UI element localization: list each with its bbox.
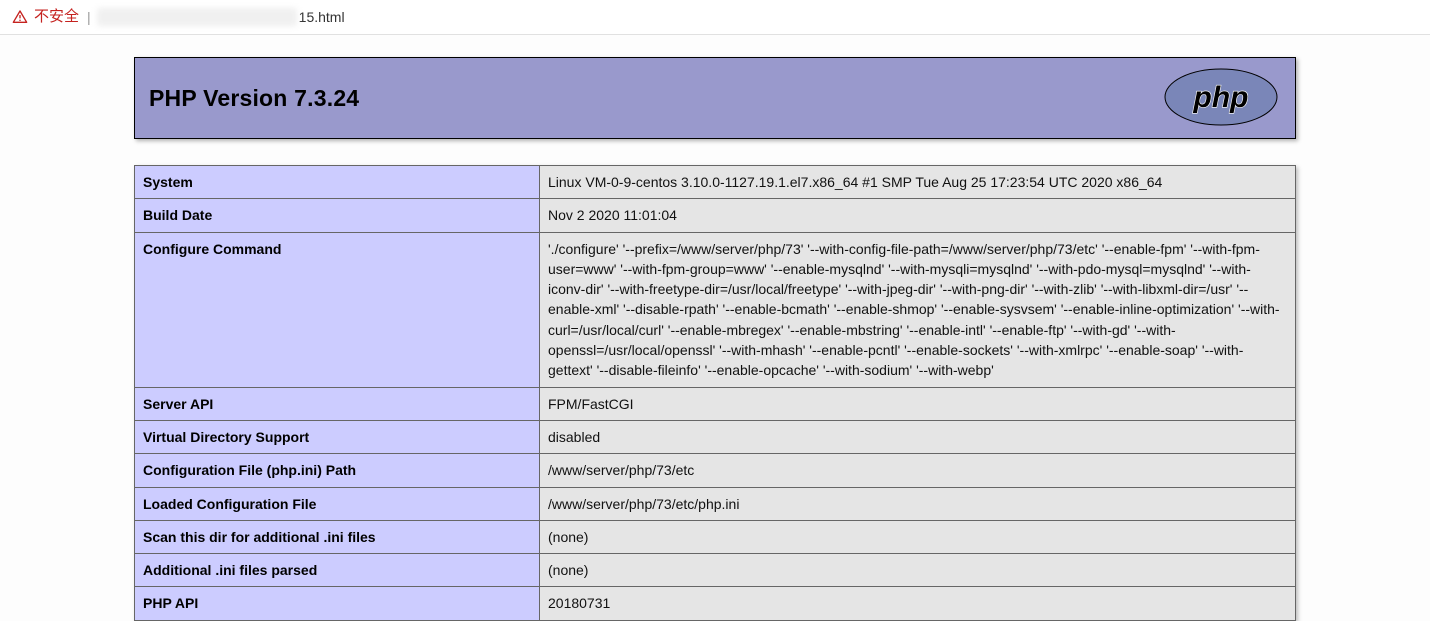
warning-triangle-icon bbox=[12, 9, 28, 25]
separator: | bbox=[87, 0, 91, 34]
table-row: Loaded Configuration File/www/server/php… bbox=[135, 487, 1296, 520]
row-label: Configure Command bbox=[135, 232, 540, 387]
phpinfo-table: SystemLinux VM-0-9-centos 3.10.0-1127.19… bbox=[134, 165, 1296, 621]
row-value: Linux VM-0-9-centos 3.10.0-1127.19.1.el7… bbox=[540, 166, 1296, 199]
row-value: disabled bbox=[540, 420, 1296, 453]
row-value: Nov 2 2020 11:01:04 bbox=[540, 199, 1296, 232]
table-row: Build DateNov 2 2020 11:01:04 bbox=[135, 199, 1296, 232]
table-row: Virtual Directory Supportdisabled bbox=[135, 420, 1296, 453]
row-label: Loaded Configuration File bbox=[135, 487, 540, 520]
table-row: Additional .ini files parsed(none) bbox=[135, 554, 1296, 587]
php-header: PHP Version 7.3.24 php bbox=[134, 57, 1296, 139]
row-label: Virtual Directory Support bbox=[135, 420, 540, 453]
row-value: (none) bbox=[540, 554, 1296, 587]
row-label: Configuration File (php.ini) Path bbox=[135, 454, 540, 487]
row-value: /www/server/php/73/etc/php.ini bbox=[540, 487, 1296, 520]
insecure-label: 不安全 bbox=[34, 0, 79, 34]
table-row: Configuration File (php.ini) Path/www/se… bbox=[135, 454, 1296, 487]
row-label: Server API bbox=[135, 387, 540, 420]
redacted-host bbox=[97, 8, 297, 26]
address-bar[interactable]: 不安全 | 15.html bbox=[0, 0, 1430, 35]
row-value: './configure' '--prefix=/www/server/php/… bbox=[540, 232, 1296, 387]
table-row: SystemLinux VM-0-9-centos 3.10.0-1127.19… bbox=[135, 166, 1296, 199]
row-label: Scan this dir for additional .ini files bbox=[135, 520, 540, 553]
table-row: Scan this dir for additional .ini files(… bbox=[135, 520, 1296, 553]
row-value: FPM/FastCGI bbox=[540, 387, 1296, 420]
row-label: PHP API bbox=[135, 587, 540, 620]
url-tail: 15.html bbox=[299, 0, 345, 34]
php-logo-icon: php bbox=[1161, 65, 1281, 132]
table-row: Configure Command'./configure' '--prefix… bbox=[135, 232, 1296, 387]
row-label: Additional .ini files parsed bbox=[135, 554, 540, 587]
row-value: /www/server/php/73/etc bbox=[540, 454, 1296, 487]
row-label: System bbox=[135, 166, 540, 199]
php-logo-text: php bbox=[1193, 81, 1249, 114]
table-row: Server APIFPM/FastCGI bbox=[135, 387, 1296, 420]
page-title: PHP Version 7.3.24 bbox=[149, 85, 359, 112]
row-label: Build Date bbox=[135, 199, 540, 232]
row-value: 20180731 bbox=[540, 587, 1296, 620]
table-row: PHP API20180731 bbox=[135, 587, 1296, 620]
row-value: (none) bbox=[540, 520, 1296, 553]
